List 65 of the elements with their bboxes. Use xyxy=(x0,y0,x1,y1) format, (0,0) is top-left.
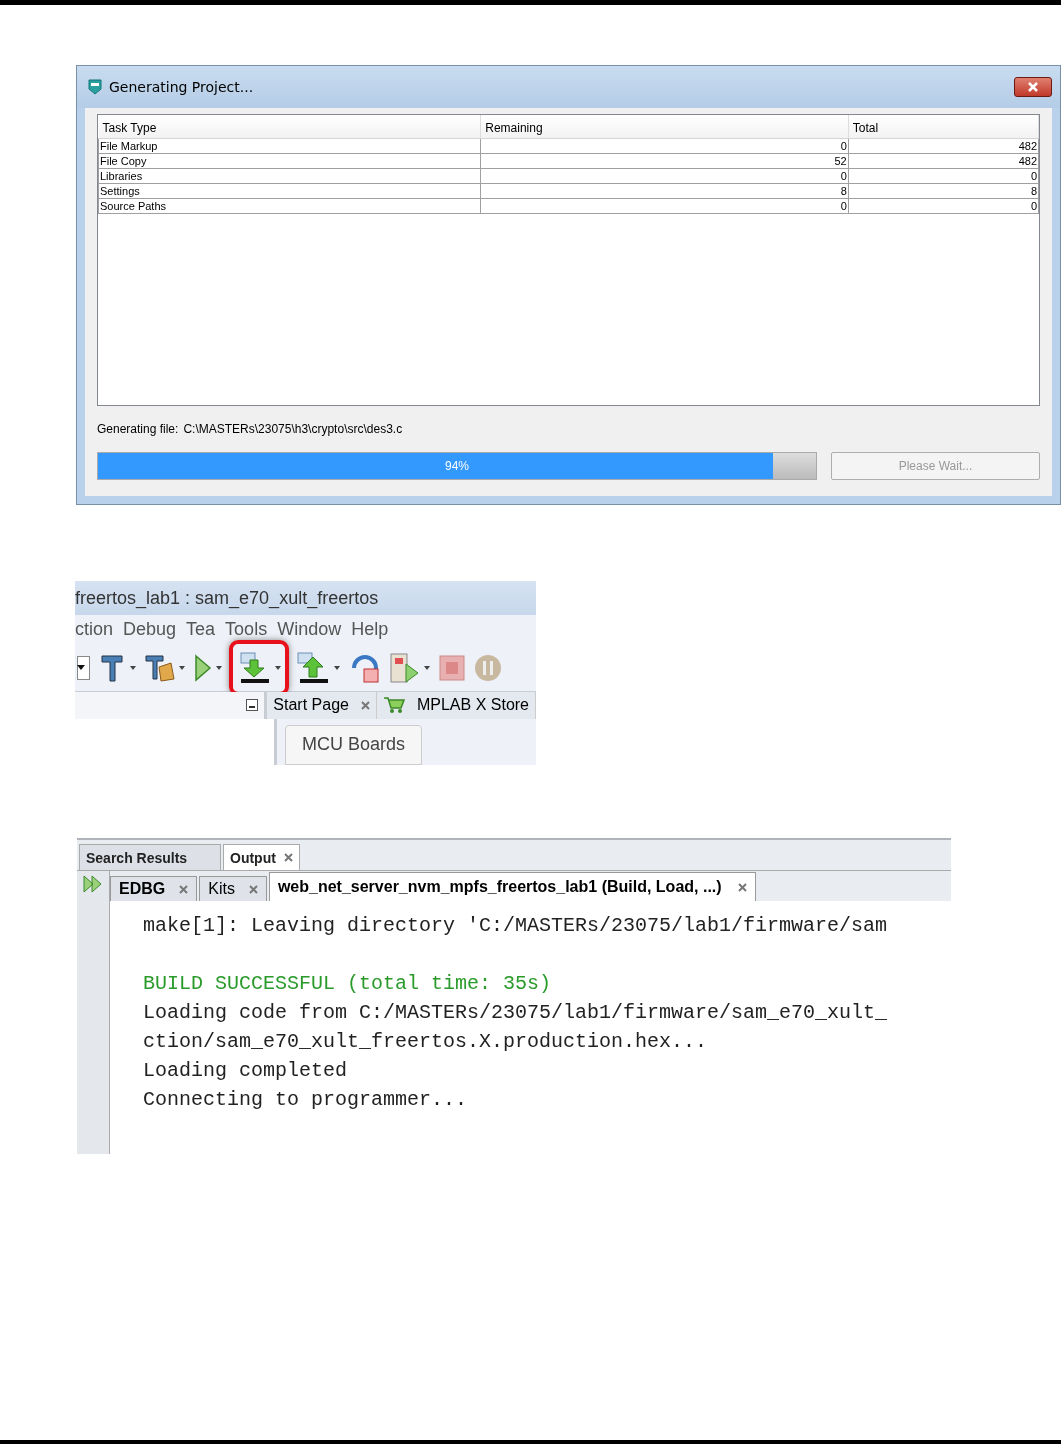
run-icon[interactable] xyxy=(194,653,212,682)
hammer-broom-icon[interactable] xyxy=(145,652,175,683)
table-cell: 0 xyxy=(848,198,1039,214)
dropdown-arrow-icon[interactable] xyxy=(179,665,185,670)
file-path: C:\MASTERs\23075\h3\crypto\src\des3.c xyxy=(183,422,403,436)
console-tab[interactable]: Kits xyxy=(199,876,267,901)
window-title: freertos_lab1 : sam_e70_xult_freertos xyxy=(75,581,536,616)
close-icon xyxy=(1028,82,1038,92)
app-icon xyxy=(87,79,103,95)
hammer-icon[interactable] xyxy=(100,652,126,683)
section-heading: MCU Boards xyxy=(285,725,423,765)
menu-item[interactable]: Help xyxy=(351,619,389,641)
menu-item[interactable]: Debug xyxy=(123,619,177,641)
menu-item[interactable]: ction xyxy=(75,619,114,641)
close-icon[interactable] xyxy=(248,884,258,894)
panel-tab[interactable]: Output xyxy=(223,844,300,870)
progress-reading: 94% xyxy=(444,459,470,473)
table-cell: 482 xyxy=(848,153,1039,169)
rerun-icon[interactable] xyxy=(83,875,103,893)
table-cell: 0 xyxy=(480,168,849,184)
minimize-icon[interactable] xyxy=(246,699,259,712)
close-icon[interactable] xyxy=(360,700,370,710)
dropdown-arrow-icon[interactable] xyxy=(334,665,340,670)
dropdown-arrow-icon[interactable] xyxy=(424,665,430,670)
table-cell: 0 xyxy=(480,198,849,214)
download-to-device-icon[interactable] xyxy=(237,651,271,684)
menu-item[interactable]: Window xyxy=(277,619,342,641)
upload-from-device-icon[interactable] xyxy=(296,651,330,684)
menu-item[interactable]: Tea xyxy=(186,619,216,641)
table-cell: 0 xyxy=(848,168,1039,184)
editor-tab[interactable]: Start Page xyxy=(267,691,377,719)
console-line: ction/sam_e70_xult_freertos.X.production.hex... xyxy=(143,1030,708,1053)
close-button[interactable] xyxy=(1014,77,1052,97)
column-header[interactable]: Task Type xyxy=(98,115,481,139)
column-header[interactable]: Remaining xyxy=(480,115,849,139)
cart-icon xyxy=(382,696,405,715)
console-line: Loading completed xyxy=(143,1059,348,1082)
console-line: Loading code from C:/MASTERs/23075/lab1/firmware/sam_e70_xult_ xyxy=(143,1001,888,1024)
dropdown-arrow-icon[interactable] xyxy=(275,665,281,670)
table-cell: 8 xyxy=(848,183,1039,199)
window-title: Generating Project... xyxy=(109,79,255,95)
table-cell: Libraries xyxy=(98,168,481,184)
console-tab[interactable]: web_net_server_nvm_mpfs_freertos_lab1 (Build, Load, ...) xyxy=(268,872,756,901)
panel-tab[interactable]: Search Results xyxy=(79,844,221,870)
dropdown-arrow-icon[interactable] xyxy=(216,665,222,670)
console-line: make[1]: Leaving directory 'C:/MASTERs/23075/lab1/firmware/sam xyxy=(143,914,888,937)
table-cell: Settings xyxy=(98,183,481,199)
status-label: Generating file: xyxy=(97,422,179,436)
close-icon[interactable] xyxy=(283,853,293,862)
column-header[interactable]: Total xyxy=(848,115,1039,139)
close-icon[interactable] xyxy=(737,882,747,892)
close-icon[interactable] xyxy=(179,884,189,894)
table-cell: Source Paths xyxy=(98,198,481,214)
console-line: BUILD SUCCESSFUL (total time: 35s) xyxy=(143,972,552,995)
console-tab[interactable]: EDBG xyxy=(110,876,198,901)
table-cell: 0 xyxy=(480,138,849,154)
table-cell: 482 xyxy=(848,138,1039,154)
dropdown-arrow-icon[interactable] xyxy=(130,665,136,670)
table-cell: File Markup xyxy=(98,138,481,154)
table-cell: File Copy xyxy=(98,153,481,169)
editor-tab[interactable]: MPLAB X Store xyxy=(376,691,536,719)
table-cell: 8 xyxy=(480,183,849,199)
table-cell: 52 xyxy=(480,153,849,169)
menu-item[interactable]: Tools xyxy=(225,619,268,641)
console-line: Connecting to programmer... xyxy=(143,1088,468,1111)
